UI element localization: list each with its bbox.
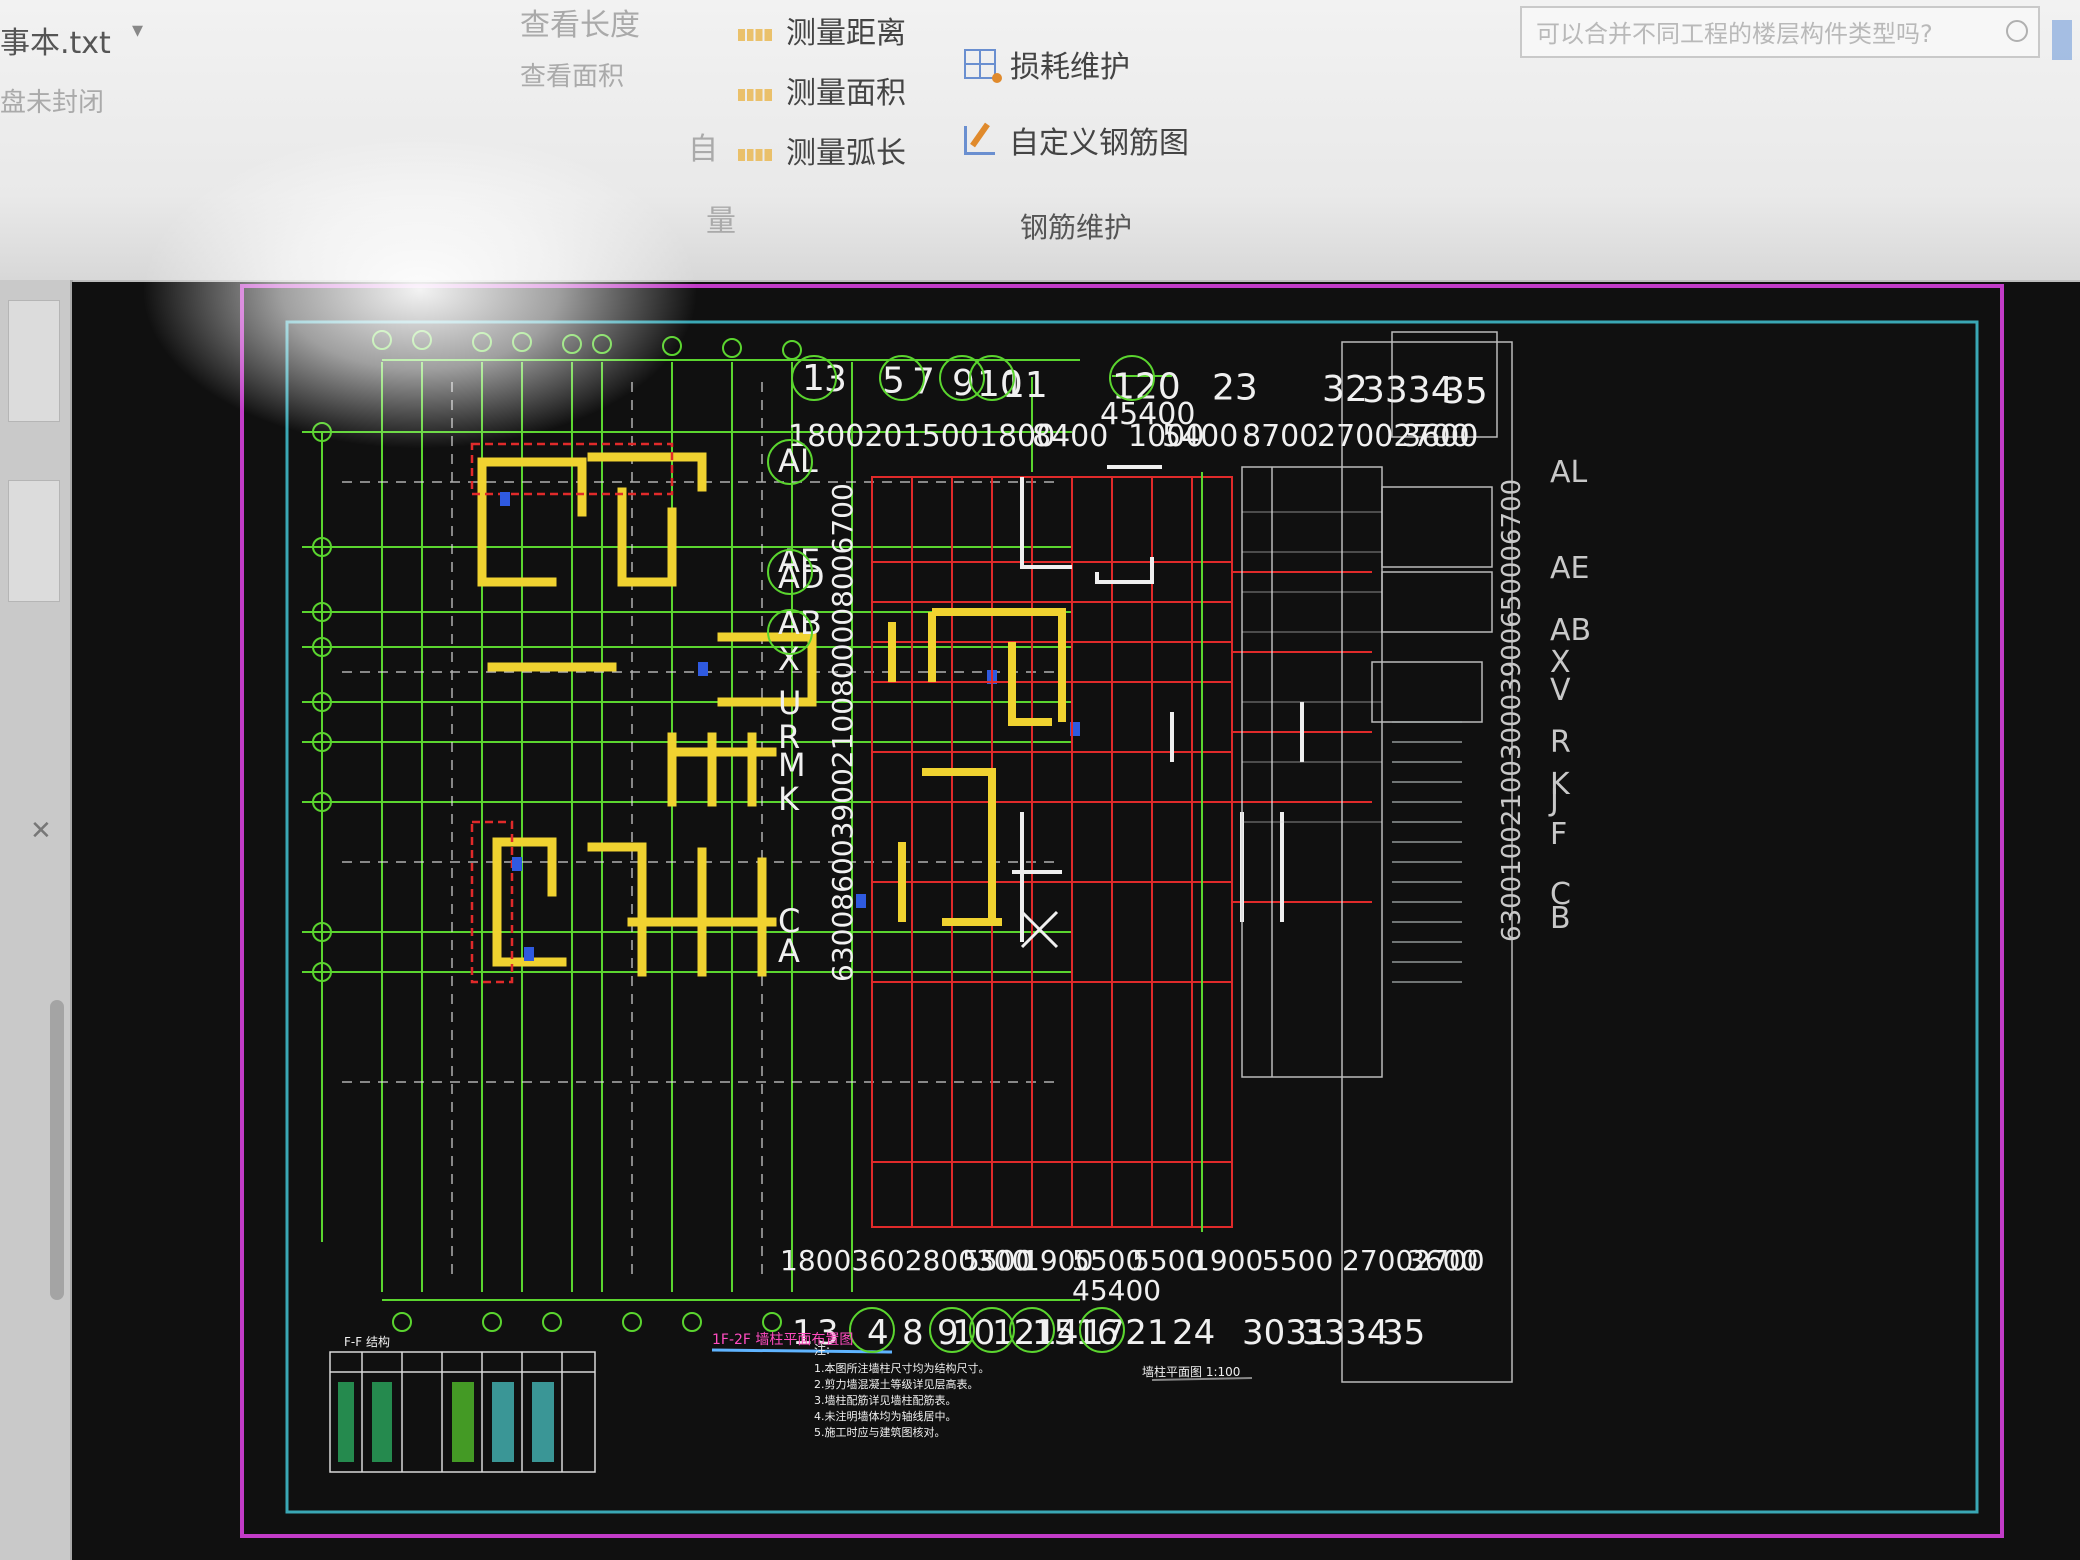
bottom-axis-label: 35	[1382, 1313, 1425, 1353]
note-line: 1.本图所注墙柱尺寸均为结构尺寸。	[814, 1361, 990, 1375]
vertical-dim-left: 6300860039002100800008006700	[826, 483, 859, 982]
bottom-dim-label: 1900	[1192, 1244, 1263, 1277]
file-tab[interactable]: 事本.txt	[0, 18, 111, 62]
measure-area-button[interactable]: 测量面积	[738, 68, 906, 112]
ruler-icon	[738, 29, 772, 41]
note-line: 5.施工时应与建筑图核对。	[814, 1425, 946, 1439]
plan-title: 1F-2F 墙柱平面布置图	[712, 1332, 853, 1348]
search-input[interactable]: 可以合并不同工程的楼层构件类型吗?	[1520, 6, 2040, 58]
panel-scrollbar[interactable]	[50, 1000, 64, 1300]
note-line: 4.未注明墙体均为轴线居中。	[814, 1409, 957, 1423]
view-area-button[interactable]: 查看面积	[520, 56, 624, 93]
top-axis-label: 3334	[1362, 370, 1454, 411]
left-row-label: A	[778, 932, 800, 970]
ruler-icon	[738, 89, 772, 101]
measure-arc-button[interactable]: 测量弧长	[738, 128, 906, 172]
bottom-dim-label: 3600	[1407, 1244, 1478, 1277]
top-dim-label: 18002015001800	[788, 419, 1055, 454]
custom-rebar-label: 自定义钢筋图	[1009, 126, 1189, 161]
measure-distance-label: 测量距离	[786, 16, 906, 51]
table-title: F-F 结构	[344, 1334, 390, 1349]
top-axis-label: 35	[1442, 371, 1488, 412]
file-status: 盘未封闭	[0, 88, 105, 118]
right-row-label: AB	[1550, 613, 1591, 648]
panel-slot[interactable]	[8, 300, 60, 422]
measure-area-label: 测量面积	[786, 76, 906, 111]
bottom-axis-label: 24	[1172, 1313, 1215, 1353]
crosshair-mark	[1020, 910, 1059, 949]
search-icon[interactable]	[2006, 20, 2028, 42]
top-dim-label: 5400	[1162, 419, 1238, 454]
right-plan-red-grid	[871, 476, 1372, 1228]
right-row-label: AL	[1550, 455, 1588, 490]
left-plan-grid	[302, 359, 1080, 1301]
right-plan-walls	[888, 608, 1066, 926]
left-plan-dashed	[342, 382, 1062, 1282]
top-axis-label: 23	[1212, 368, 1258, 409]
left-panel: ✕	[0, 280, 73, 1560]
right-row-label: AE	[1550, 551, 1589, 586]
custom-button-faded[interactable]: 自	[688, 124, 718, 168]
right-row-label: J	[1548, 783, 1559, 818]
top-axis-label: 5	[882, 360, 905, 401]
pencil-icon	[964, 125, 995, 155]
top-axis-label: 32	[1322, 369, 1368, 410]
top-dim-label: 8400	[1032, 419, 1108, 454]
top-dim-label: 3600	[1402, 419, 1478, 454]
bottom-total-dim: 45400	[1072, 1274, 1161, 1307]
search-placeholder: 可以合并不同工程的楼层构件类型吗?	[1536, 20, 1933, 48]
left-row-label: U	[778, 684, 801, 722]
bottom-axis-label: 8	[902, 1313, 924, 1353]
vertical-dim-right: 6300100210030003900650006700	[1497, 479, 1527, 942]
close-icon[interactable]: ✕	[30, 816, 52, 846]
bottom-dim-label: 5500	[1262, 1244, 1333, 1277]
left-row-label: M	[778, 746, 806, 784]
left-row-label: X	[778, 640, 800, 678]
loss-maintenance-button[interactable]: 损耗维护	[964, 42, 1130, 86]
toolbar-ribbon: 事本.txt ▾ 盘未封闭 查看长度 查看面积 自 量 测量距离 测量面积 测量…	[0, 0, 2080, 282]
right-row-label: B	[1550, 901, 1571, 936]
drawing-text-layer: 1 3 5 7 9 1011 120 23 32333435454001800201500180…	[344, 355, 1591, 1439]
right-row-label: V	[1550, 673, 1571, 708]
notes-title: 注:	[814, 1342, 830, 1357]
drawing-canvas[interactable]: 1 3 5 7 9 10 11 120 23 32 3334 35 45400 1800201500180…	[72, 282, 2080, 1560]
note-line: 2.剪力墙混凝土等级详见层高表。	[814, 1377, 979, 1391]
loss-maintenance-label: 损耗维护	[1010, 50, 1130, 85]
bottom-axis-label: 3334	[1302, 1313, 1389, 1353]
cad-drawing[interactable]: 1 3 5 7 9 1011 120 23 32333435454001800201500180…	[72, 282, 2080, 1560]
left-row-label: K	[778, 780, 800, 818]
bottom-axis-label: 1721	[1082, 1313, 1169, 1353]
measure-arc-label: 测量弧长	[786, 136, 906, 171]
note-line: 3.墙柱配筋详见墙柱配筋表。	[814, 1393, 957, 1407]
rebar-list	[1392, 721, 1462, 983]
note-scale: 墙柱平面图 1:100	[1142, 1364, 1240, 1379]
left-plan-bubbles	[312, 330, 802, 1332]
measure-group-label: 量	[706, 204, 736, 239]
right-row-label: R	[1550, 725, 1571, 760]
top-dim-label: 8700	[1242, 419, 1318, 454]
top-axis-label: 1	[802, 358, 825, 399]
custom-rebar-button[interactable]: 自定义钢筋图	[964, 118, 1189, 162]
rebar-group-label: 钢筋维护	[1020, 211, 1133, 244]
right-row-label: F	[1550, 817, 1567, 852]
right-plan-green-grid	[1031, 375, 1203, 1232]
panel-slot[interactable]	[8, 480, 60, 602]
right-plan-white-walls	[1012, 465, 1304, 942]
ruler-icon	[738, 149, 772, 161]
chevron-down-icon[interactable]: ▾	[132, 18, 143, 43]
measure-distance-button[interactable]: 测量距离	[738, 8, 906, 52]
top-axis-label: 11	[1002, 365, 1048, 406]
right-table-rows	[1242, 511, 1382, 823]
grid-icon	[964, 49, 1002, 83]
side-tab[interactable]	[2052, 20, 2072, 60]
view-length-button[interactable]: 查看长度	[520, 0, 640, 44]
